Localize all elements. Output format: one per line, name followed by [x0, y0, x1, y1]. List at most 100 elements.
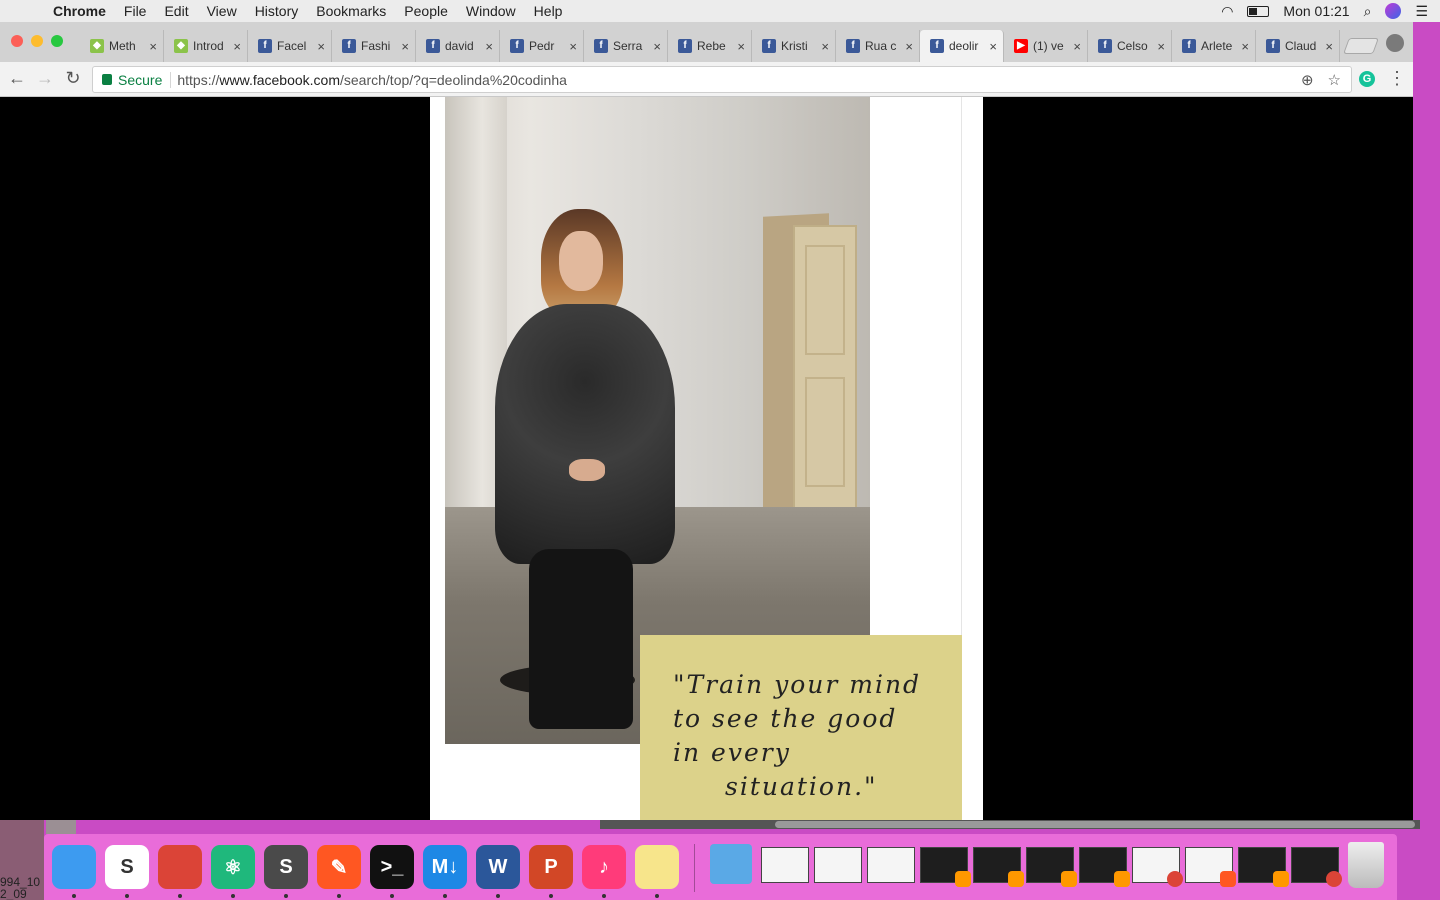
tab-3[interactable]: f Fashi ×	[332, 30, 416, 62]
minimized-window-3[interactable]	[867, 847, 915, 883]
running-indicator	[549, 894, 553, 898]
photo-person	[495, 209, 683, 729]
sublime-text-icon[interactable]: S	[264, 845, 308, 889]
slack-icon[interactable]: S	[105, 845, 149, 889]
tab-11[interactable]: ▶ (1) ve ×	[1004, 30, 1088, 62]
macos-dock: S ⚛ S ✎ >_ M↓ W P ♪	[44, 834, 1397, 900]
close-tab-icon[interactable]: ×	[821, 39, 829, 54]
notification-center-icon[interactable]: ☰	[1415, 3, 1428, 20]
url-host: www.facebook.com	[219, 71, 340, 88]
tab-7[interactable]: f Rebe ×	[668, 30, 752, 62]
profile-avatar-icon[interactable]	[1386, 34, 1404, 52]
tab-12[interactable]: f Celso ×	[1088, 30, 1172, 62]
minimized-sublime-window-4[interactable]	[1079, 847, 1130, 887]
tab-10[interactable]: f deolir ×	[920, 30, 1004, 62]
reload-icon[interactable]: ↻	[62, 68, 84, 89]
minimized-sublime-window-2[interactable]	[973, 847, 1024, 887]
close-tab-icon[interactable]: ×	[737, 39, 745, 54]
folder-icon[interactable]	[710, 844, 752, 884]
minimize-window-button[interactable]	[31, 35, 43, 47]
terminal-icon[interactable]: >_	[370, 845, 414, 889]
tab-9[interactable]: f Rua c ×	[836, 30, 920, 62]
running-indicator	[72, 894, 76, 898]
close-tab-icon[interactable]: ×	[317, 39, 325, 54]
paw-icon[interactable]: ✎	[317, 845, 361, 889]
close-tab-icon[interactable]: ×	[1325, 39, 1333, 54]
running-indicator	[337, 894, 341, 898]
menu-edit[interactable]: Edit	[155, 3, 197, 19]
minimized-sublime-window-5[interactable]	[1238, 847, 1289, 887]
tab-0[interactable]: ◆ Meth ×	[80, 30, 164, 62]
close-tab-icon[interactable]: ×	[485, 39, 493, 54]
minimized-paw-window[interactable]	[1185, 847, 1236, 887]
close-tab-icon[interactable]: ×	[905, 39, 913, 54]
close-tab-icon[interactable]: ×	[653, 39, 661, 54]
url-text[interactable]: https://www.facebook.com/search/top/?q=d…	[171, 72, 567, 88]
zoom-window-button[interactable]	[51, 35, 63, 47]
clock[interactable]: Mon 01:21	[1283, 3, 1349, 19]
tab-title: Meth	[109, 39, 136, 53]
close-tab-icon[interactable]: ×	[233, 39, 241, 54]
desktop-file-label[interactable]: 994_10 2_09	[0, 876, 40, 900]
spotlight-search-icon[interactable]: ⌕	[1364, 3, 1372, 20]
chrome-icon[interactable]	[158, 845, 202, 889]
tab-8[interactable]: f Kristi ×	[752, 30, 836, 62]
minimized-sublime-window-3[interactable]	[1026, 847, 1077, 887]
minimized-window-2[interactable]	[814, 847, 862, 883]
person-legs	[529, 549, 633, 729]
notes-icon[interactable]	[635, 845, 679, 889]
tab-title: (1) ve	[1033, 39, 1064, 53]
tab-1[interactable]: ◆ Introd ×	[164, 30, 248, 62]
close-tab-icon[interactable]: ×	[401, 39, 409, 54]
desktop-item[interactable]	[46, 820, 76, 834]
close-tab-icon[interactable]: ×	[1073, 39, 1081, 54]
wifi-icon[interactable]: ◠	[1221, 3, 1233, 20]
atom-icon[interactable]: ⚛	[211, 845, 255, 889]
minimized-window-1[interactable]	[761, 847, 809, 883]
chrome-menu-icon[interactable]: ⋮	[1388, 68, 1406, 89]
scrollbar-thumb[interactable]	[775, 821, 1415, 828]
bookmark-star-icon[interactable]: ☆	[1328, 71, 1341, 89]
new-tab-button[interactable]	[1343, 38, 1379, 54]
close-tab-icon[interactable]: ×	[569, 39, 577, 54]
close-tab-icon[interactable]: ×	[989, 39, 997, 54]
tab-5[interactable]: f Pedr ×	[500, 30, 584, 62]
menu-history[interactable]: History	[246, 3, 308, 19]
grammarly-extension-icon[interactable]: G	[1359, 71, 1375, 87]
menu-people[interactable]: People	[395, 3, 457, 19]
markdown-editor-icon[interactable]: M↓	[423, 845, 467, 889]
minimized-chrome-window-2[interactable]	[1291, 847, 1342, 887]
close-window-button[interactable]	[11, 35, 23, 47]
trash-icon[interactable]	[1348, 842, 1384, 888]
close-tab-icon[interactable]: ×	[1157, 39, 1165, 54]
menu-view[interactable]: View	[198, 3, 246, 19]
tab-6[interactable]: f Serra ×	[584, 30, 668, 62]
itunes-icon[interactable]: ♪	[582, 845, 626, 889]
close-tab-icon[interactable]: ×	[149, 39, 157, 54]
quote-box: "Train your mind to see the good in ever…	[640, 635, 962, 820]
horizontal-scrollbar[interactable]	[600, 820, 1420, 829]
minimized-sublime-window-1[interactable]	[920, 847, 971, 887]
word-icon[interactable]: W	[476, 845, 520, 889]
finder-icon[interactable]	[52, 845, 96, 889]
minimized-chrome-window-1[interactable]	[1132, 847, 1183, 887]
menu-window[interactable]: Window	[457, 3, 525, 19]
facebook-icon: f	[1098, 39, 1112, 53]
back-arrow-icon[interactable]: ←	[6, 68, 28, 89]
battery-icon[interactable]	[1247, 5, 1270, 17]
menu-bookmarks[interactable]: Bookmarks	[307, 3, 395, 19]
menu-app-name[interactable]: Chrome	[44, 3, 115, 19]
tab-4[interactable]: f david ×	[416, 30, 500, 62]
facebook-icon: f	[678, 39, 692, 53]
powerpoint-icon[interactable]: P	[529, 845, 573, 889]
siri-icon[interactable]	[1385, 3, 1402, 19]
tab-2[interactable]: f Facel ×	[248, 30, 332, 62]
menu-help[interactable]: Help	[525, 3, 572, 19]
menu-file[interactable]: File	[115, 3, 156, 19]
zoom-icon[interactable]: ⊕	[1301, 71, 1314, 89]
tab-13[interactable]: f Arlete ×	[1172, 30, 1256, 62]
address-bar[interactable]: Secure https://www.facebook.com/search/t…	[92, 66, 1352, 93]
forward-arrow-icon[interactable]: →	[34, 68, 56, 89]
close-tab-icon[interactable]: ×	[1241, 39, 1249, 54]
tab-14[interactable]: f Claud ×	[1256, 30, 1340, 62]
